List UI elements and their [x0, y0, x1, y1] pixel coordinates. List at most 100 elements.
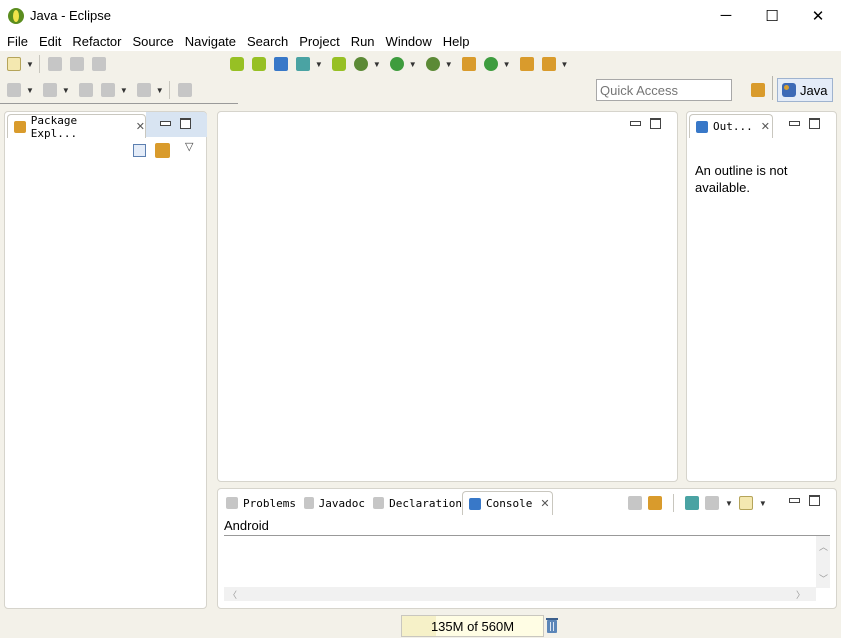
maximize-view-icon[interactable]: [809, 118, 820, 129]
new-android-project-icon: [331, 57, 346, 71]
previous-annotation-button[interactable]: [40, 80, 60, 100]
collapse-all-icon[interactable]: [133, 144, 146, 157]
run-external-tool-button[interactable]: [423, 54, 443, 74]
menu-edit[interactable]: Edit: [34, 34, 66, 49]
lint-button[interactable]: [271, 54, 291, 74]
maximize-view-icon[interactable]: [180, 118, 191, 129]
menu-project[interactable]: Project: [294, 34, 344, 49]
last-edit-button[interactable]: [76, 80, 96, 100]
vertical-scrollbar[interactable]: ︿ ﹀: [816, 536, 830, 588]
open-type-button[interactable]: [517, 54, 537, 74]
android-avd-manager-button[interactable]: [249, 54, 269, 74]
editor-area[interactable]: [217, 111, 678, 482]
minimize-view-icon[interactable]: [629, 118, 641, 129]
menu-source[interactable]: Source: [128, 34, 179, 49]
next-annotation-button[interactable]: [4, 80, 24, 100]
menu-help[interactable]: Help: [438, 34, 475, 49]
save-icon: [47, 57, 62, 71]
scroll-lock-icon[interactable]: [648, 496, 662, 510]
perspective-separator: [772, 76, 773, 100]
flashlight-icon: [541, 57, 556, 71]
external-tools-icon: [425, 57, 440, 71]
run-button[interactable]: [387, 54, 407, 74]
open-perspective-button[interactable]: [748, 80, 768, 100]
new-class-dropdown-icon[interactable]: ▼: [503, 60, 511, 69]
scroll-left-icon[interactable]: 〈: [228, 588, 237, 601]
back-dropdown-icon[interactable]: ▼: [120, 86, 128, 95]
external-tools-dropdown-icon[interactable]: ▼: [445, 60, 453, 69]
close-tab-icon[interactable]: ✕: [136, 120, 145, 133]
menu-run[interactable]: Run: [346, 34, 380, 49]
debug-button[interactable]: [351, 54, 371, 74]
tasks-button[interactable]: [293, 54, 313, 74]
tasks-dropdown-icon[interactable]: ▼: [315, 60, 323, 69]
tab-console[interactable]: Console ✕: [462, 491, 553, 515]
open-console-icon[interactable]: [738, 496, 753, 510]
scroll-down-icon[interactable]: ﹀: [819, 572, 828, 585]
pin-editor-button[interactable]: [175, 80, 195, 100]
pin-icon: [177, 83, 192, 97]
new-java-class-button[interactable]: [481, 54, 501, 74]
minimize-view-icon[interactable]: [159, 118, 171, 129]
view-menu-icon[interactable]: ▽: [185, 140, 193, 153]
menu-refactor[interactable]: Refactor: [67, 34, 126, 49]
garbage-collect-icon[interactable]: [545, 617, 559, 634]
minimize-view-icon[interactable]: [788, 495, 800, 506]
minimize-button[interactable]: ─: [703, 0, 749, 31]
toolbar-underline: [0, 103, 238, 104]
horizontal-scrollbar[interactable]: 〈 〉: [224, 587, 816, 601]
run-dropdown-icon[interactable]: ▼: [409, 60, 417, 69]
last-edit-icon: [78, 83, 93, 97]
display-console-icon[interactable]: [705, 496, 719, 510]
tab-outline[interactable]: Out... ✕: [689, 114, 773, 138]
maximize-button[interactable]: ☐: [749, 0, 795, 31]
next-annotation-icon: [7, 83, 21, 97]
clear-console-icon[interactable]: [628, 496, 642, 510]
maximize-view-icon[interactable]: [650, 118, 661, 129]
console-output[interactable]: ︿ ﹀ 〈 〉: [224, 535, 830, 601]
menu-window[interactable]: Window: [381, 34, 437, 49]
heap-status[interactable]: 135M of 560M: [401, 615, 544, 637]
run-icon: [389, 57, 404, 71]
print-button[interactable]: [89, 54, 109, 74]
tab-label: Console: [486, 497, 533, 510]
search-button[interactable]: [539, 54, 559, 74]
forward-dropdown-icon[interactable]: ▼: [156, 86, 164, 95]
outline-window-controls: [788, 118, 820, 129]
next-annotation-dropdown-icon[interactable]: ▼: [26, 86, 34, 95]
android-sdk-manager-button[interactable]: [227, 54, 247, 74]
tab-declaration[interactable]: Declaration: [367, 491, 462, 515]
toolbar-separator: [168, 81, 170, 99]
scroll-right-icon[interactable]: 〉: [796, 588, 805, 601]
new-android-project-button[interactable]: [329, 54, 349, 74]
close-tab-icon[interactable]: ✕: [761, 120, 770, 133]
minimize-view-icon[interactable]: [788, 118, 800, 129]
forward-button[interactable]: [134, 80, 154, 100]
new-button[interactable]: [4, 54, 24, 74]
tab-package-explorer[interactable]: Package Expl... ✕: [7, 114, 146, 140]
close-button[interactable]: ✕: [795, 0, 841, 31]
package-explorer-icon: [14, 120, 26, 133]
save-button[interactable]: [45, 54, 65, 74]
tab-problems[interactable]: Problems: [220, 491, 296, 515]
previous-annotation-dropdown-icon[interactable]: ▼: [62, 86, 70, 95]
new-dropdown-icon[interactable]: ▼: [26, 60, 34, 69]
new-java-package-button[interactable]: [459, 54, 479, 74]
menu-navigate[interactable]: Navigate: [180, 34, 241, 49]
tab-javadoc[interactable]: Javadoc: [298, 491, 365, 515]
quick-access-input[interactable]: [596, 79, 732, 101]
scroll-up-icon[interactable]: ︿: [819, 540, 828, 553]
back-button[interactable]: [98, 80, 118, 100]
link-with-editor-icon[interactable]: [155, 143, 170, 158]
open-console-dropdown-icon[interactable]: ▼: [759, 499, 767, 508]
menu-file[interactable]: File: [2, 34, 33, 49]
menu-search[interactable]: Search: [242, 34, 293, 49]
maximize-view-icon[interactable]: [809, 495, 820, 506]
debug-dropdown-icon[interactable]: ▼: [373, 60, 381, 69]
display-console-dropdown-icon[interactable]: ▼: [725, 499, 733, 508]
close-tab-icon[interactable]: ✕: [540, 497, 549, 510]
save-all-button[interactable]: [67, 54, 87, 74]
pin-console-icon[interactable]: [685, 496, 699, 510]
search-dropdown-icon[interactable]: ▼: [561, 60, 569, 69]
java-perspective-button[interactable]: Java: [777, 78, 833, 102]
